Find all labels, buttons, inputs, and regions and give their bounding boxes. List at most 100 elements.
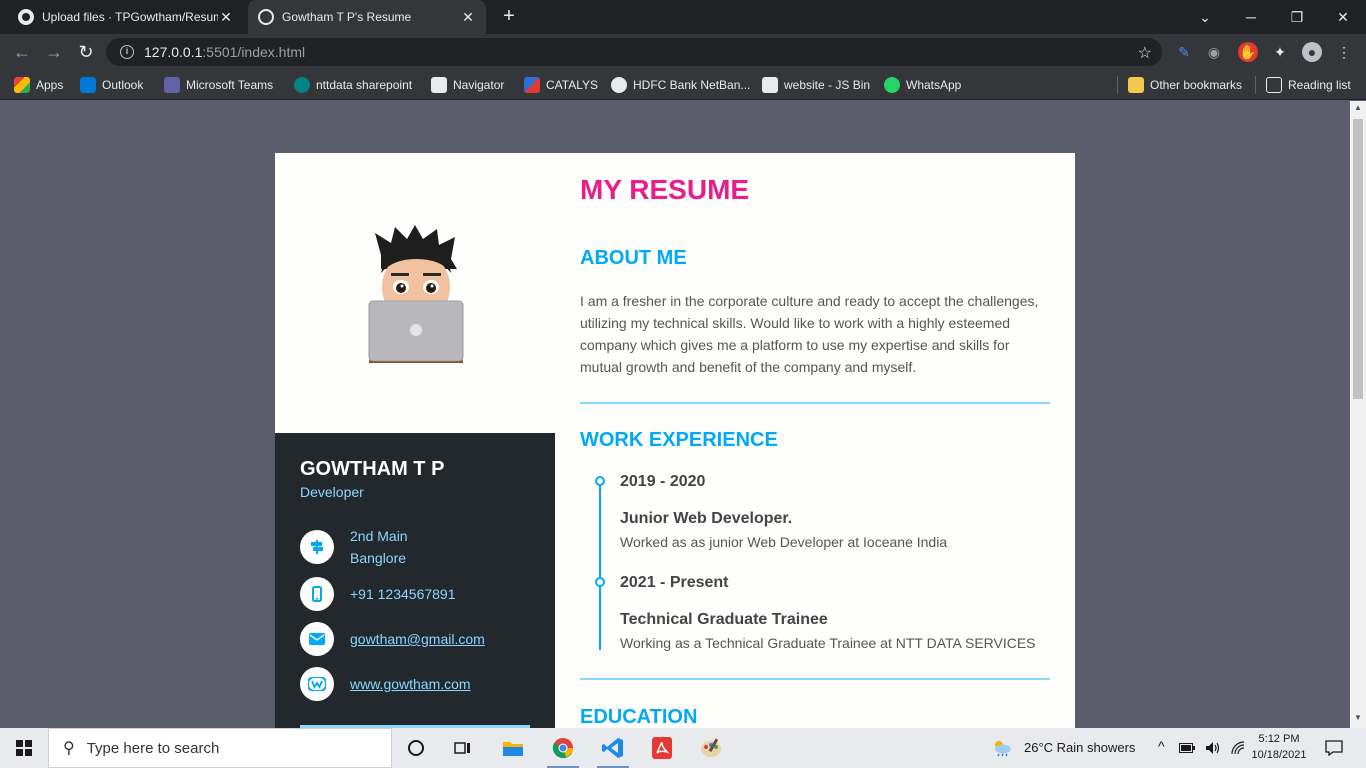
weather-text[interactable]: 26°C Rain showers [1024, 740, 1135, 755]
browser-tab-bar: Upload files · TPGowtham/Resum ✕ Gowtham… [0, 0, 1366, 34]
battery-icon[interactable] [1176, 734, 1198, 762]
resume-right-column: MY RESUME ABOUT ME I am a fresher in the… [580, 153, 1050, 728]
sharepoint-icon [294, 77, 310, 93]
mobile-phone-icon [300, 577, 334, 611]
window-close-button[interactable]: ✕ [1320, 0, 1366, 34]
page-viewport: GOWTHAM T P Developer 2nd Main Banglore [0, 101, 1366, 728]
apps-grid-icon [14, 77, 30, 93]
bookmark-teams[interactable]: Microsoft Teams [164, 76, 273, 94]
bookmark-label: WhatsApp [906, 78, 962, 92]
chrome-menu-icon[interactable]: ⋮ [1334, 42, 1354, 62]
bookmarks-divider [1117, 76, 1118, 94]
scroll-thumb[interactable] [1353, 119, 1363, 399]
profile-avatar[interactable]: ● [1302, 42, 1322, 62]
bookmark-label: Microsoft Teams [186, 78, 274, 92]
site-info-icon[interactable]: i [120, 45, 134, 59]
bookmark-navigator[interactable]: Navigator [431, 76, 504, 94]
bookmark-whatsapp[interactable]: WhatsApp [884, 76, 961, 94]
paint-icon[interactable] [691, 734, 731, 762]
github-icon [18, 9, 34, 25]
address-bar[interactable]: i 127.0.0.1:5501/index.html ☆ [106, 38, 1162, 66]
bookmark-hdfc[interactable]: HDFC Bank NetBan... [611, 76, 750, 94]
whatsapp-icon [884, 77, 900, 93]
chrome-icon[interactable] [543, 734, 583, 768]
contact-address: 2nd Main Banglore [300, 525, 408, 569]
bookmark-outlook[interactable]: Outlook [80, 76, 143, 94]
page-scrollbar[interactable]: ▲ ▼ [1350, 101, 1366, 728]
contact-email: gowtham@gmail.com [300, 622, 485, 656]
weather-rain-icon[interactable] [986, 734, 1018, 762]
extension-pen-icon[interactable]: ✎ [1174, 42, 1194, 62]
new-tab-button[interactable]: + [498, 6, 520, 28]
forward-arrow-icon[interactable]: → [42, 40, 66, 64]
bookmarks-divider [1255, 76, 1256, 94]
phone-number: +91 1234567891 [350, 586, 456, 602]
website-link[interactable]: www.gowtham.com [350, 673, 471, 695]
about-text: I am a fresher in the corporate culture … [580, 293, 1039, 375]
work-heading: WORK EXPERIENCE [580, 429, 778, 451]
bookmark-sharepoint[interactable]: nttdata sharepoint [294, 76, 412, 94]
tab-search-icon[interactable]: ⌄ [1182, 0, 1228, 34]
close-icon[interactable]: ✕ [218, 9, 234, 26]
contact-website: www.gowtham.com [300, 667, 471, 701]
notification-center-icon[interactable] [1318, 734, 1350, 762]
weebly-w-icon [300, 667, 334, 701]
file-explorer-icon[interactable] [493, 734, 533, 762]
wifi-icon[interactable] [1227, 734, 1249, 762]
bookmark-apps[interactable]: Apps [14, 76, 63, 94]
bookmark-other[interactable]: Other bookmarks [1128, 76, 1242, 94]
bookmark-catalys[interactable]: CATALYS [524, 76, 598, 94]
bookmark-label: CATALYS [546, 78, 599, 92]
tab-upload-files[interactable]: Upload files · TPGowtham/Resum ✕ [8, 0, 244, 34]
vscode-icon[interactable] [593, 734, 633, 768]
extensions-puzzle-icon[interactable]: ✦ [1270, 42, 1290, 62]
clock-time: 5:12 PM [1258, 733, 1300, 745]
search-placeholder: Type here to search [86, 739, 220, 757]
close-icon[interactable]: ✕ [460, 9, 476, 26]
clock-date: 10/18/2021 [1251, 749, 1307, 761]
bookmark-label: nttdata sharepoint [316, 78, 413, 92]
section-divider [580, 678, 1050, 680]
windows-logo-icon [16, 740, 32, 756]
taskbar-search[interactable]: ⚲ Type here to search [48, 728, 392, 768]
folder-icon [1128, 77, 1144, 93]
bookmark-label: HDFC Bank NetBan... [633, 78, 751, 92]
minimize-button[interactable]: ─ [1228, 0, 1274, 34]
acrobat-icon[interactable] [642, 734, 682, 762]
bookmark-label: website - JS Bin [784, 78, 871, 92]
resume-name: GOWTHAM T P [300, 458, 445, 480]
reload-icon[interactable]: ↻ [74, 40, 98, 64]
windows-taskbar: ⚲ Type here to search 26°C Rain showers … [0, 728, 1366, 768]
work-job-title: Technical Graduate Trainee [620, 611, 828, 628]
catalys-icon [524, 77, 540, 93]
resume-left-column: GOWTHAM T P Developer 2nd Main Banglore [275, 153, 555, 728]
extension-hand-icon[interactable]: ✋ [1238, 42, 1258, 62]
work-job-title: Junior Web Developer. [620, 510, 793, 527]
cortana-icon[interactable] [396, 734, 436, 762]
tab-resume[interactable]: Gowtham T P's Resume ✕ [248, 0, 486, 34]
work-years: 2019 - 2020 [620, 473, 706, 490]
bookmark-star-icon[interactable]: ☆ [1138, 43, 1152, 63]
start-button[interactable] [0, 728, 48, 768]
task-view-icon[interactable] [443, 734, 483, 762]
reading-list[interactable]: Reading list [1266, 76, 1351, 94]
system-clock[interactable]: 5:12 PM 10/18/2021 [1248, 731, 1310, 763]
volume-icon[interactable] [1202, 734, 1224, 762]
email-link[interactable]: gowtham@gmail.com [350, 628, 485, 650]
scroll-up-arrow-icon[interactable]: ▲ [1354, 103, 1362, 112]
jsbin-icon [762, 77, 778, 93]
teams-icon [164, 77, 180, 93]
extension-mouse-icon[interactable]: ◉ [1204, 42, 1224, 62]
memoji-avatar [368, 225, 464, 363]
tab-title: Gowtham T P's Resume [282, 10, 412, 24]
resume-title: MY RESUME [580, 174, 750, 205]
bookmark-jsbin[interactable]: website - JS Bin [762, 76, 870, 94]
back-arrow-icon[interactable]: ← [10, 40, 34, 64]
envelope-icon [300, 622, 334, 656]
bookmark-label: Reading list [1288, 78, 1351, 92]
globe-icon [611, 77, 627, 93]
show-hidden-icons-chevron-icon[interactable]: ^ [1158, 738, 1165, 754]
restore-button[interactable]: ❐ [1274, 0, 1320, 34]
bookmark-label: Other bookmarks [1150, 78, 1243, 92]
scroll-down-arrow-icon[interactable]: ▼ [1354, 713, 1362, 722]
